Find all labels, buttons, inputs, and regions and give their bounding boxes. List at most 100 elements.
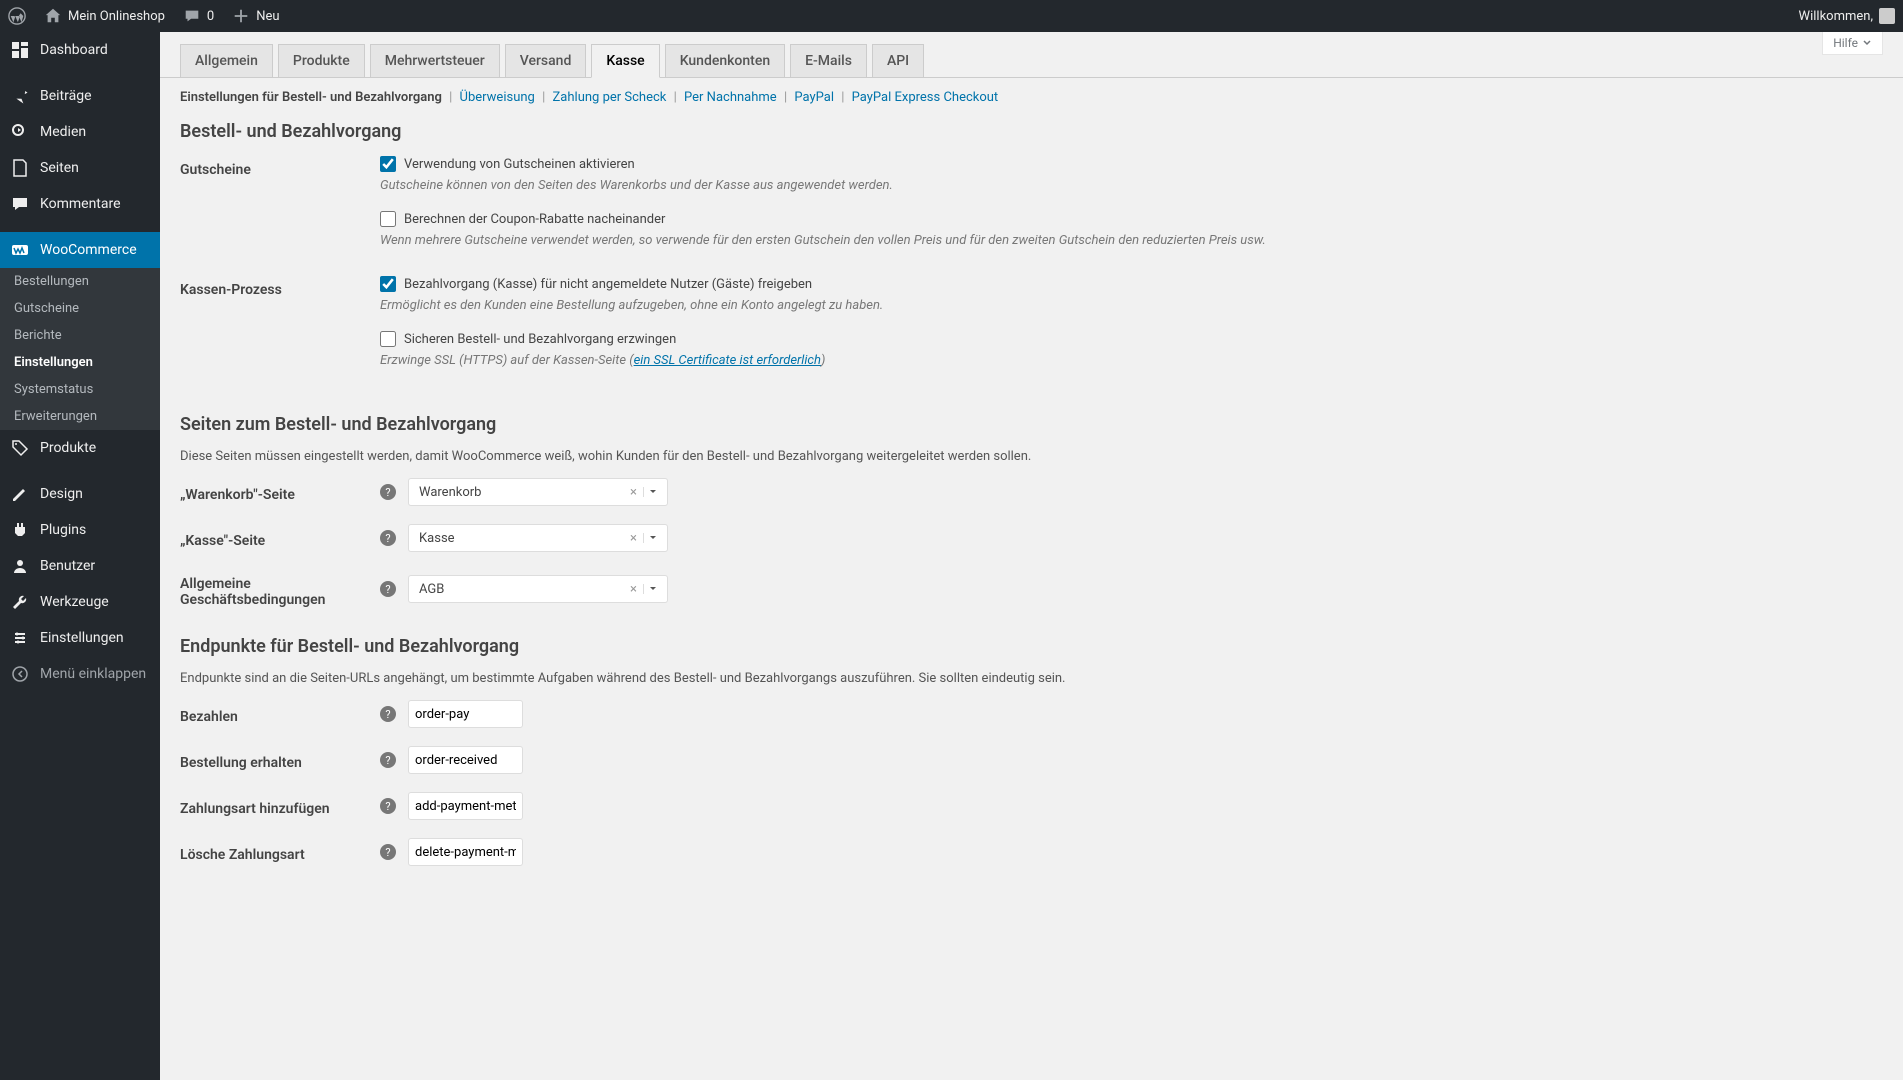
clear-icon[interactable]: × bbox=[624, 485, 643, 500]
help-tab[interactable]: Hilfe bbox=[1822, 32, 1883, 55]
menu-label: WooCommerce bbox=[40, 242, 137, 258]
cart-page-value: Warenkorb bbox=[415, 485, 624, 500]
tab-api[interactable]: API bbox=[872, 44, 924, 77]
menu-label: Seiten bbox=[40, 160, 79, 176]
clear-icon[interactable]: × bbox=[624, 582, 643, 597]
menu-label: Design bbox=[40, 486, 83, 502]
menu-label: Beiträge bbox=[40, 88, 92, 104]
tab-tax[interactable]: Mehrwertsteuer bbox=[370, 44, 500, 77]
tools-icon bbox=[10, 592, 30, 612]
sidebar-item-woocommerce[interactable]: WooCommerce bbox=[0, 232, 160, 268]
sidebar-item-media[interactable]: Medien bbox=[0, 114, 160, 150]
guest-checkout-checkbox[interactable] bbox=[380, 276, 396, 292]
help-icon[interactable]: ? bbox=[380, 706, 396, 722]
delete-payment-endpoint-input[interactable] bbox=[408, 838, 523, 866]
sidebar-item-users[interactable]: Benutzer bbox=[0, 548, 160, 584]
submenu-coupons[interactable]: Gutscheine bbox=[0, 295, 160, 322]
terms-page-select[interactable]: AGB × bbox=[408, 575, 668, 603]
force-ssl-label[interactable]: Sicheren Bestell- und Bezahlvorgang erzw… bbox=[404, 332, 676, 347]
sidebar-item-plugins[interactable]: Plugins bbox=[0, 512, 160, 548]
help-icon[interactable]: ? bbox=[380, 581, 396, 597]
new-content-link[interactable]: Neu bbox=[232, 7, 279, 25]
menu-label: Werkzeuge bbox=[40, 594, 109, 610]
welcome-link[interactable]: Willkommen, bbox=[1799, 8, 1895, 24]
submenu-extensions[interactable]: Erweiterungen bbox=[0, 403, 160, 430]
pages-icon bbox=[10, 158, 30, 178]
settings-tabs: Allgemein Produkte Mehrwertsteuer Versan… bbox=[160, 32, 1903, 78]
submenu-settings[interactable]: Einstellungen bbox=[0, 349, 160, 376]
tab-accounts[interactable]: Kundenkonten bbox=[665, 44, 785, 77]
wp-logo[interactable] bbox=[8, 7, 26, 25]
coupons-label: Gutscheine bbox=[180, 156, 380, 178]
tab-shipping[interactable]: Versand bbox=[505, 44, 587, 77]
clear-icon[interactable]: × bbox=[624, 531, 643, 546]
section-endpoints: Endpunkte für Bestell- und Bezahlvorgang… bbox=[160, 632, 1903, 890]
settings-icon bbox=[10, 628, 30, 648]
sidebar-item-settings[interactable]: Einstellungen bbox=[0, 620, 160, 656]
pay-endpoint-input[interactable] bbox=[408, 700, 523, 728]
sidebar-collapse[interactable]: Menü einklappen bbox=[0, 656, 160, 692]
enable-coupons-checkbox[interactable] bbox=[380, 156, 396, 172]
add-payment-endpoint-label: Zahlungsart hinzufügen bbox=[180, 795, 380, 817]
section1-heading: Bestell- und Bezahlvorgang bbox=[180, 121, 1883, 142]
tab-checkout[interactable]: Kasse bbox=[591, 44, 659, 78]
force-ssl-checkbox[interactable] bbox=[380, 331, 396, 347]
main-content: Allgemein Produkte Mehrwertsteuer Versan… bbox=[160, 32, 1903, 890]
delete-payment-endpoint-label: Lösche Zahlungsart bbox=[180, 841, 380, 863]
sidebar-item-dashboard[interactable]: Dashboard bbox=[0, 32, 160, 68]
section3-heading: Endpunkte für Bestell- und Bezahlvorgang bbox=[180, 636, 1883, 657]
tab-products[interactable]: Produkte bbox=[278, 44, 365, 77]
guest-checkout-label[interactable]: Bezahlvorgang (Kasse) für nicht angemeld… bbox=[404, 277, 812, 292]
help-icon[interactable]: ? bbox=[380, 484, 396, 500]
sidebar-item-posts[interactable]: Beiträge bbox=[0, 78, 160, 114]
tab-general[interactable]: Allgemein bbox=[180, 44, 273, 77]
sidebar-item-tools[interactable]: Werkzeuge bbox=[0, 584, 160, 620]
sub-nav: Einstellungen für Bestell- und Bezahlvor… bbox=[160, 78, 1903, 117]
tab-emails[interactable]: E-Mails bbox=[790, 44, 867, 77]
section2-heading: Seiten zum Bestell- und Bezahlvorgang bbox=[180, 414, 1883, 435]
calc-sequential-label[interactable]: Berechnen der Coupon-Rabatte nacheinande… bbox=[404, 212, 665, 227]
help-icon[interactable]: ? bbox=[380, 798, 396, 814]
sidebar-item-products[interactable]: Produkte bbox=[0, 430, 160, 466]
chevron-down-icon[interactable] bbox=[643, 533, 661, 543]
help-icon[interactable]: ? bbox=[380, 844, 396, 860]
chevron-down-icon[interactable] bbox=[643, 584, 661, 594]
site-name-link[interactable]: Mein Onlineshop bbox=[44, 7, 165, 25]
submenu-orders[interactable]: Bestellungen bbox=[0, 268, 160, 295]
plus-icon bbox=[232, 7, 250, 25]
admin-sidebar: Dashboard Beiträge Medien Seiten Komment… bbox=[0, 32, 160, 1080]
menu-label: Plugins bbox=[40, 522, 86, 538]
calc-sequential-desc: Wenn mehrere Gutscheine verwendet werden… bbox=[380, 233, 1883, 248]
sidebar-item-pages[interactable]: Seiten bbox=[0, 150, 160, 186]
cart-page-select[interactable]: Warenkorb × bbox=[408, 478, 668, 506]
sublink-cheque[interactable]: Zahlung per Scheck bbox=[553, 90, 667, 105]
submenu-reports[interactable]: Berichte bbox=[0, 322, 160, 349]
sub-nav-label: Einstellungen für Bestell- und Bezahlvor… bbox=[180, 90, 442, 105]
help-icon[interactable]: ? bbox=[380, 530, 396, 546]
calc-sequential-checkbox[interactable] bbox=[380, 211, 396, 227]
cart-page-label: „Warenkorb"-Seite bbox=[180, 481, 380, 503]
help-icon[interactable]: ? bbox=[380, 752, 396, 768]
enable-coupons-label[interactable]: Verwendung von Gutscheinen aktivieren bbox=[404, 157, 635, 172]
help-tab-label: Hilfe bbox=[1833, 36, 1858, 50]
menu-label: Einstellungen bbox=[40, 630, 124, 646]
checkout-page-select[interactable]: Kasse × bbox=[408, 524, 668, 552]
chevron-down-icon[interactable] bbox=[643, 487, 661, 497]
add-payment-endpoint-input[interactable] bbox=[408, 792, 523, 820]
submenu-status[interactable]: Systemstatus bbox=[0, 376, 160, 403]
sidebar-item-appearance[interactable]: Design bbox=[0, 476, 160, 512]
ssl-link[interactable]: ein SSL Certificate ist erforderlich bbox=[634, 353, 821, 368]
received-endpoint-label: Bestellung erhalten bbox=[180, 749, 380, 771]
received-endpoint-input[interactable] bbox=[408, 746, 523, 774]
sublink-paypal-express[interactable]: PayPal Express Checkout bbox=[852, 90, 999, 105]
sublink-bacs[interactable]: Überweisung bbox=[460, 90, 535, 105]
sidebar-item-comments[interactable]: Kommentare bbox=[0, 186, 160, 222]
sublink-cod[interactable]: Per Nachnahme bbox=[684, 90, 777, 105]
media-icon bbox=[10, 122, 30, 142]
sublink-paypal[interactable]: PayPal bbox=[794, 90, 834, 105]
dashboard-icon bbox=[10, 40, 30, 60]
terms-page-label: Allgemeine Geschäftsbedingungen bbox=[180, 570, 380, 608]
comments-link[interactable]: 0 bbox=[183, 7, 214, 25]
admin-bar: Mein Onlineshop 0 Neu Willkommen, bbox=[0, 0, 1903, 32]
checkout-process-label: Kassen-Prozess bbox=[180, 276, 380, 298]
